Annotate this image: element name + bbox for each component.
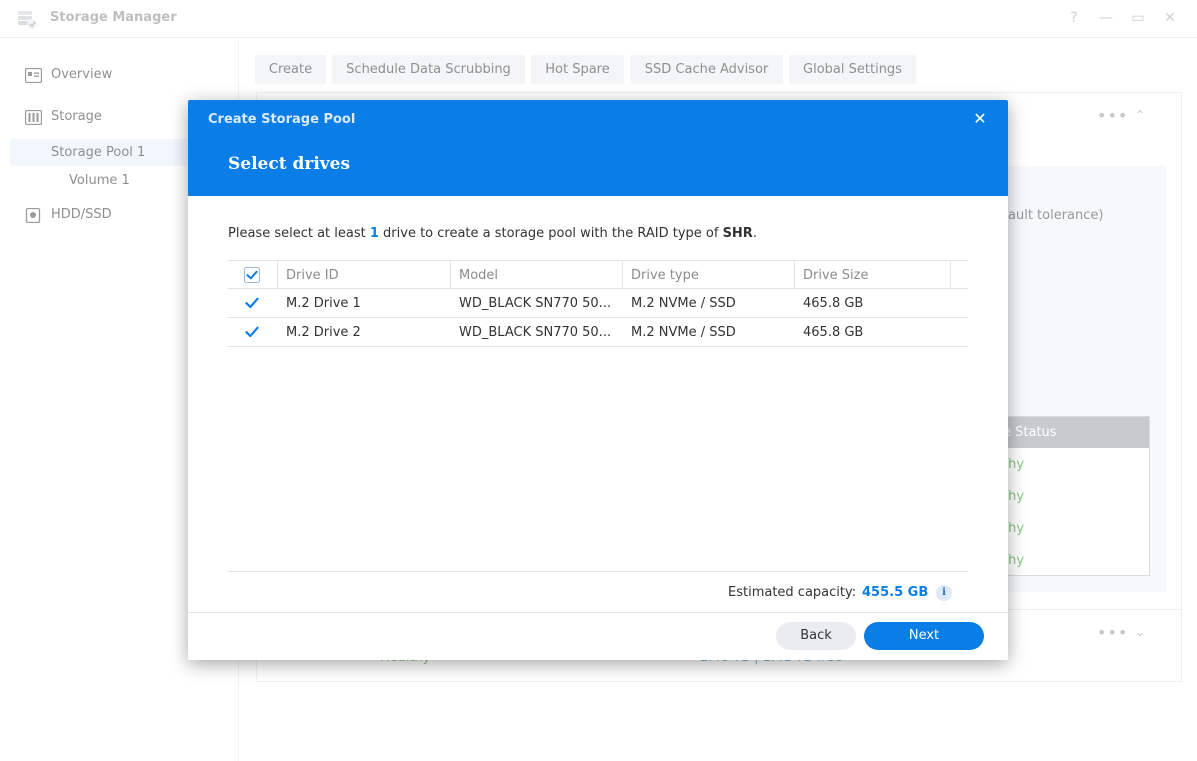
instruction-part: Please select at least [228, 226, 370, 241]
column-divider [277, 261, 278, 289]
table-header-row: Drive ID Model Drive type Drive Size [228, 260, 968, 289]
column-header-drive-type[interactable]: Drive type [631, 268, 699, 283]
drive-size-cell: 465.8 GB [803, 325, 864, 340]
drive-model-cell: WD_BLACK SN770 50... [459, 325, 612, 340]
footer-divider [188, 612, 1008, 613]
instruction-part: drive to create a storage pool with the … [378, 226, 723, 241]
close-icon[interactable]: ✕ [971, 110, 989, 128]
info-icon[interactable]: i [936, 585, 952, 601]
dialog-title: Create Storage Pool [208, 112, 356, 127]
table-row[interactable]: M.2 Drive 2 WD_BLACK SN770 50... M.2 NVM… [228, 318, 968, 347]
column-divider [950, 261, 951, 289]
instruction-part: . [752, 226, 757, 241]
create-storage-pool-dialog: Create Storage Pool Select drives ✕ Plea… [188, 100, 1008, 660]
drive-checkbox[interactable] [244, 295, 260, 311]
dialog-header: Create Storage Pool Select drives ✕ [188, 100, 1008, 196]
drive-type-cell: M.2 NVMe / SSD [631, 325, 736, 340]
column-divider [450, 261, 451, 289]
estimated-capacity-value: 455.5 GB [862, 585, 929, 600]
drive-id-cell: M.2 Drive 2 [286, 325, 361, 340]
column-header-model[interactable]: Model [459, 268, 498, 283]
estimated-capacity-label: Estimated capacity: [728, 585, 857, 600]
raid-type: SHR [722, 226, 753, 241]
drive-size-cell: 465.8 GB [803, 296, 864, 311]
next-button[interactable]: Next [864, 622, 984, 650]
column-divider [622, 261, 623, 289]
dialog-step-title: Select drives [228, 154, 351, 174]
drive-id-cell: M.2 Drive 1 [286, 296, 361, 311]
select-all-checkbox[interactable] [244, 267, 260, 283]
min-drive-count: 1 [369, 226, 379, 241]
drive-type-cell: M.2 NVMe / SSD [631, 296, 736, 311]
drive-model-cell: WD_BLACK SN770 50... [459, 296, 612, 311]
instruction-text: Please select at least 1 drive to create… [228, 226, 757, 241]
table-row[interactable]: M.2 Drive 1 WD_BLACK SN770 50... M.2 NVM… [228, 289, 968, 318]
column-divider [794, 261, 795, 289]
column-header-drive-size[interactable]: Drive Size [803, 268, 868, 283]
capacity-divider [228, 571, 968, 572]
column-header-drive-id[interactable]: Drive ID [286, 268, 339, 283]
drive-checkbox[interactable] [244, 324, 260, 340]
back-button[interactable]: Back [776, 622, 856, 650]
drive-table: Drive ID Model Drive type Drive Size M.2… [228, 260, 968, 347]
